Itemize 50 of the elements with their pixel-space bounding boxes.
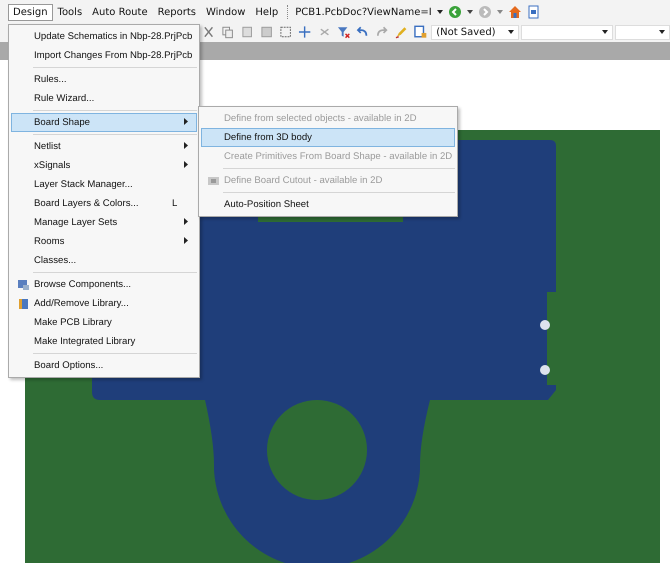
selection-icon[interactable]: [279, 25, 292, 39]
move-icon[interactable]: [298, 25, 312, 39]
menu-item[interactable]: Netlist: [11, 137, 197, 156]
pencil-icon[interactable]: [394, 25, 408, 39]
menu-item[interactable]: Board Layers & Colors... L: [11, 194, 197, 213]
document-combo[interactable]: PCB1.PcbDoc?ViewName=I: [293, 6, 434, 18]
menu-bar-item[interactable]: Design: [8, 4, 53, 20]
menu-bar-item[interactable]: Help: [250, 4, 284, 20]
menu-bar-item[interactable]: Tools: [52, 4, 88, 20]
dropdown-arrow-icon: [508, 30, 514, 34]
menu-bar-item[interactable]: Reports: [152, 4, 201, 20]
menu-item[interactable]: xSignals: [11, 156, 197, 175]
menu-item[interactable]: Rule Wizard...: [11, 89, 197, 108]
book-icon: [18, 298, 28, 308]
back-icon[interactable]: [448, 5, 462, 19]
menu-item[interactable]: Board Options...: [11, 356, 197, 375]
undo-icon[interactable]: [356, 25, 370, 39]
copy-icon[interactable]: [221, 25, 235, 39]
menu-item[interactable]: Rules...: [11, 70, 197, 89]
mounting-hole: [540, 365, 550, 375]
menu-item[interactable]: Make Integrated Library: [11, 332, 197, 351]
state-combo[interactable]: (Not Saved): [431, 24, 519, 40]
menu-item[interactable]: Add/Remove Library...: [11, 294, 197, 313]
component-icon: [18, 280, 28, 290]
menu-item[interactable]: Classes...: [11, 251, 197, 270]
menu-item[interactable]: Make PCB Library: [11, 313, 197, 332]
forward-icon[interactable]: [478, 5, 492, 19]
menu-item[interactable]: Define from 3D body: [201, 128, 455, 147]
menu-item[interactable]: Board Shape: [11, 113, 197, 132]
menu-item[interactable]: Manage Layer Sets: [11, 213, 197, 232]
menu-item[interactable]: Import Changes From Nbp-28.PrjPcb: [11, 46, 197, 65]
dropdown-arrow-icon: [658, 30, 665, 34]
clear-filter-icon[interactable]: [336, 25, 350, 39]
menu-item[interactable]: Auto-Position Sheet: [201, 195, 455, 214]
cut-icon[interactable]: [202, 25, 216, 39]
menu-bar-item[interactable]: Window: [200, 4, 250, 20]
mounting-hole: [540, 320, 550, 330]
menu-item[interactable]: Update Schematics in Nbp-28.PrjPcb: [11, 27, 197, 46]
menu-item[interactable]: Layer Stack Manager...: [11, 175, 197, 194]
redo-icon[interactable]: [375, 25, 389, 39]
dropdown-arrow-icon[interactable]: [436, 10, 443, 14]
window-icon[interactable]: [414, 25, 428, 39]
home-icon[interactable]: [508, 5, 522, 19]
board-icon: [208, 176, 218, 184]
dropdown-arrow-icon: [602, 30, 608, 34]
dropdown-arrow-icon[interactable]: [466, 10, 473, 14]
menu-item[interactable]: Rooms: [11, 232, 197, 251]
document-icon[interactable]: [526, 5, 540, 19]
menu-bar-item[interactable]: Auto Route: [87, 4, 153, 20]
menu-item[interactable]: Browse Components...: [11, 275, 197, 294]
